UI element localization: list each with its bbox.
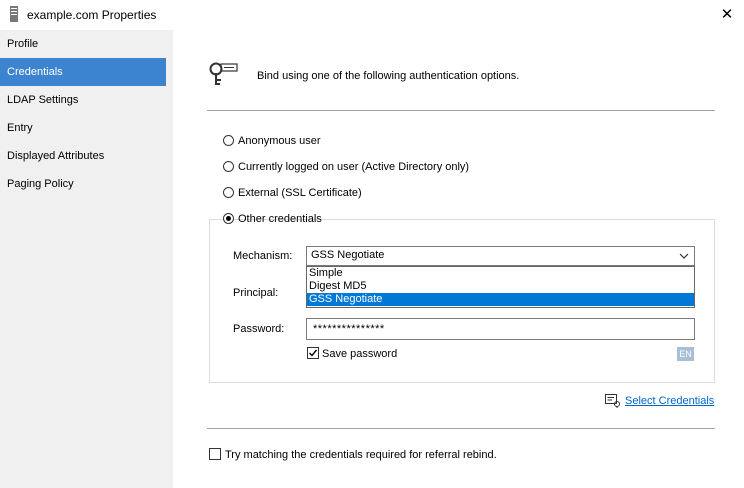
sidebar-item-paging-policy[interactable]: Paging Policy	[0, 170, 166, 198]
credentials-icon	[605, 394, 620, 408]
sidebar-item-credentials[interactable]: Credentials	[0, 58, 166, 86]
radio-label: Other credentials	[238, 213, 322, 225]
select-credentials-link[interactable]: Select Credentials	[625, 395, 714, 407]
mechanism-label: Mechanism:	[233, 250, 293, 262]
referral-rebind-label: Try matching the credentials required fo…	[225, 449, 497, 461]
password-field[interactable]: ***************	[306, 318, 695, 340]
radio-label: Anonymous user	[238, 135, 321, 147]
sidebar-item-label: LDAP Settings	[7, 94, 79, 106]
sidebar-item-ldap-settings[interactable]: LDAP Settings	[0, 86, 166, 114]
checkmark-icon	[309, 349, 318, 357]
radio-button[interactable]	[223, 135, 234, 146]
mechanism-select[interactable]: GSS Negotiate	[306, 246, 695, 266]
option-gss-negotiate[interactable]: GSS Negotiate	[307, 293, 694, 306]
sidebar-item-label: Profile	[7, 38, 39, 50]
radio-label: External (SSL Certificate)	[238, 187, 362, 199]
radio-button[interactable]	[223, 187, 234, 198]
password-label: Password:	[233, 323, 285, 335]
sidebar-item-displayed-attributes[interactable]: Displayed Attributes	[0, 142, 166, 170]
radio-label: Currently logged on user (Active Directo…	[238, 161, 470, 173]
option-digest-md5[interactable]: Digest MD5	[307, 280, 694, 293]
sidebar-item-label: Entry	[7, 122, 33, 134]
radio-button[interactable]	[223, 161, 234, 172]
server-icon	[10, 6, 18, 22]
save-password-checkbox[interactable]	[307, 347, 319, 359]
close-button[interactable]: ✕	[710, 0, 744, 30]
divider	[207, 428, 715, 429]
sidebar: Profile Credentials LDAP Settings Entry …	[0, 30, 173, 488]
sidebar-item-label: Displayed Attributes	[7, 150, 105, 162]
sidebar-item-label: Paging Policy	[7, 178, 74, 190]
credentials-panel: Bind using one of the following authenti…	[173, 30, 744, 488]
mechanism-value: GSS Negotiate	[311, 249, 385, 261]
divider	[207, 110, 715, 111]
referral-rebind-checkbox[interactable]	[209, 448, 221, 460]
sidebar-item-entry[interactable]: Entry	[0, 114, 166, 142]
sidebar-item-label: Credentials	[7, 66, 63, 78]
chevron-down-icon	[679, 253, 689, 259]
mechanism-dropdown-list: Simple Digest MD5 GSS Negotiate	[306, 266, 695, 308]
window-title: example.com Properties	[27, 8, 157, 22]
radio-button[interactable]	[223, 213, 234, 224]
close-icon: ✕	[720, 6, 734, 23]
option-simple[interactable]: Simple	[307, 267, 694, 280]
header-text: Bind using one of the following authenti…	[257, 70, 520, 82]
radio-other-credentials[interactable]: Other credentials	[223, 211, 322, 227]
title-bar: example.com Properties ✕	[0, 0, 744, 30]
save-password-label: Save password	[322, 348, 398, 360]
password-value: ***************	[313, 323, 385, 335]
key-icon	[209, 62, 238, 85]
principal-label: Principal:	[233, 287, 279, 299]
language-badge: EN	[677, 347, 694, 361]
sidebar-item-profile[interactable]: Profile	[0, 30, 166, 58]
